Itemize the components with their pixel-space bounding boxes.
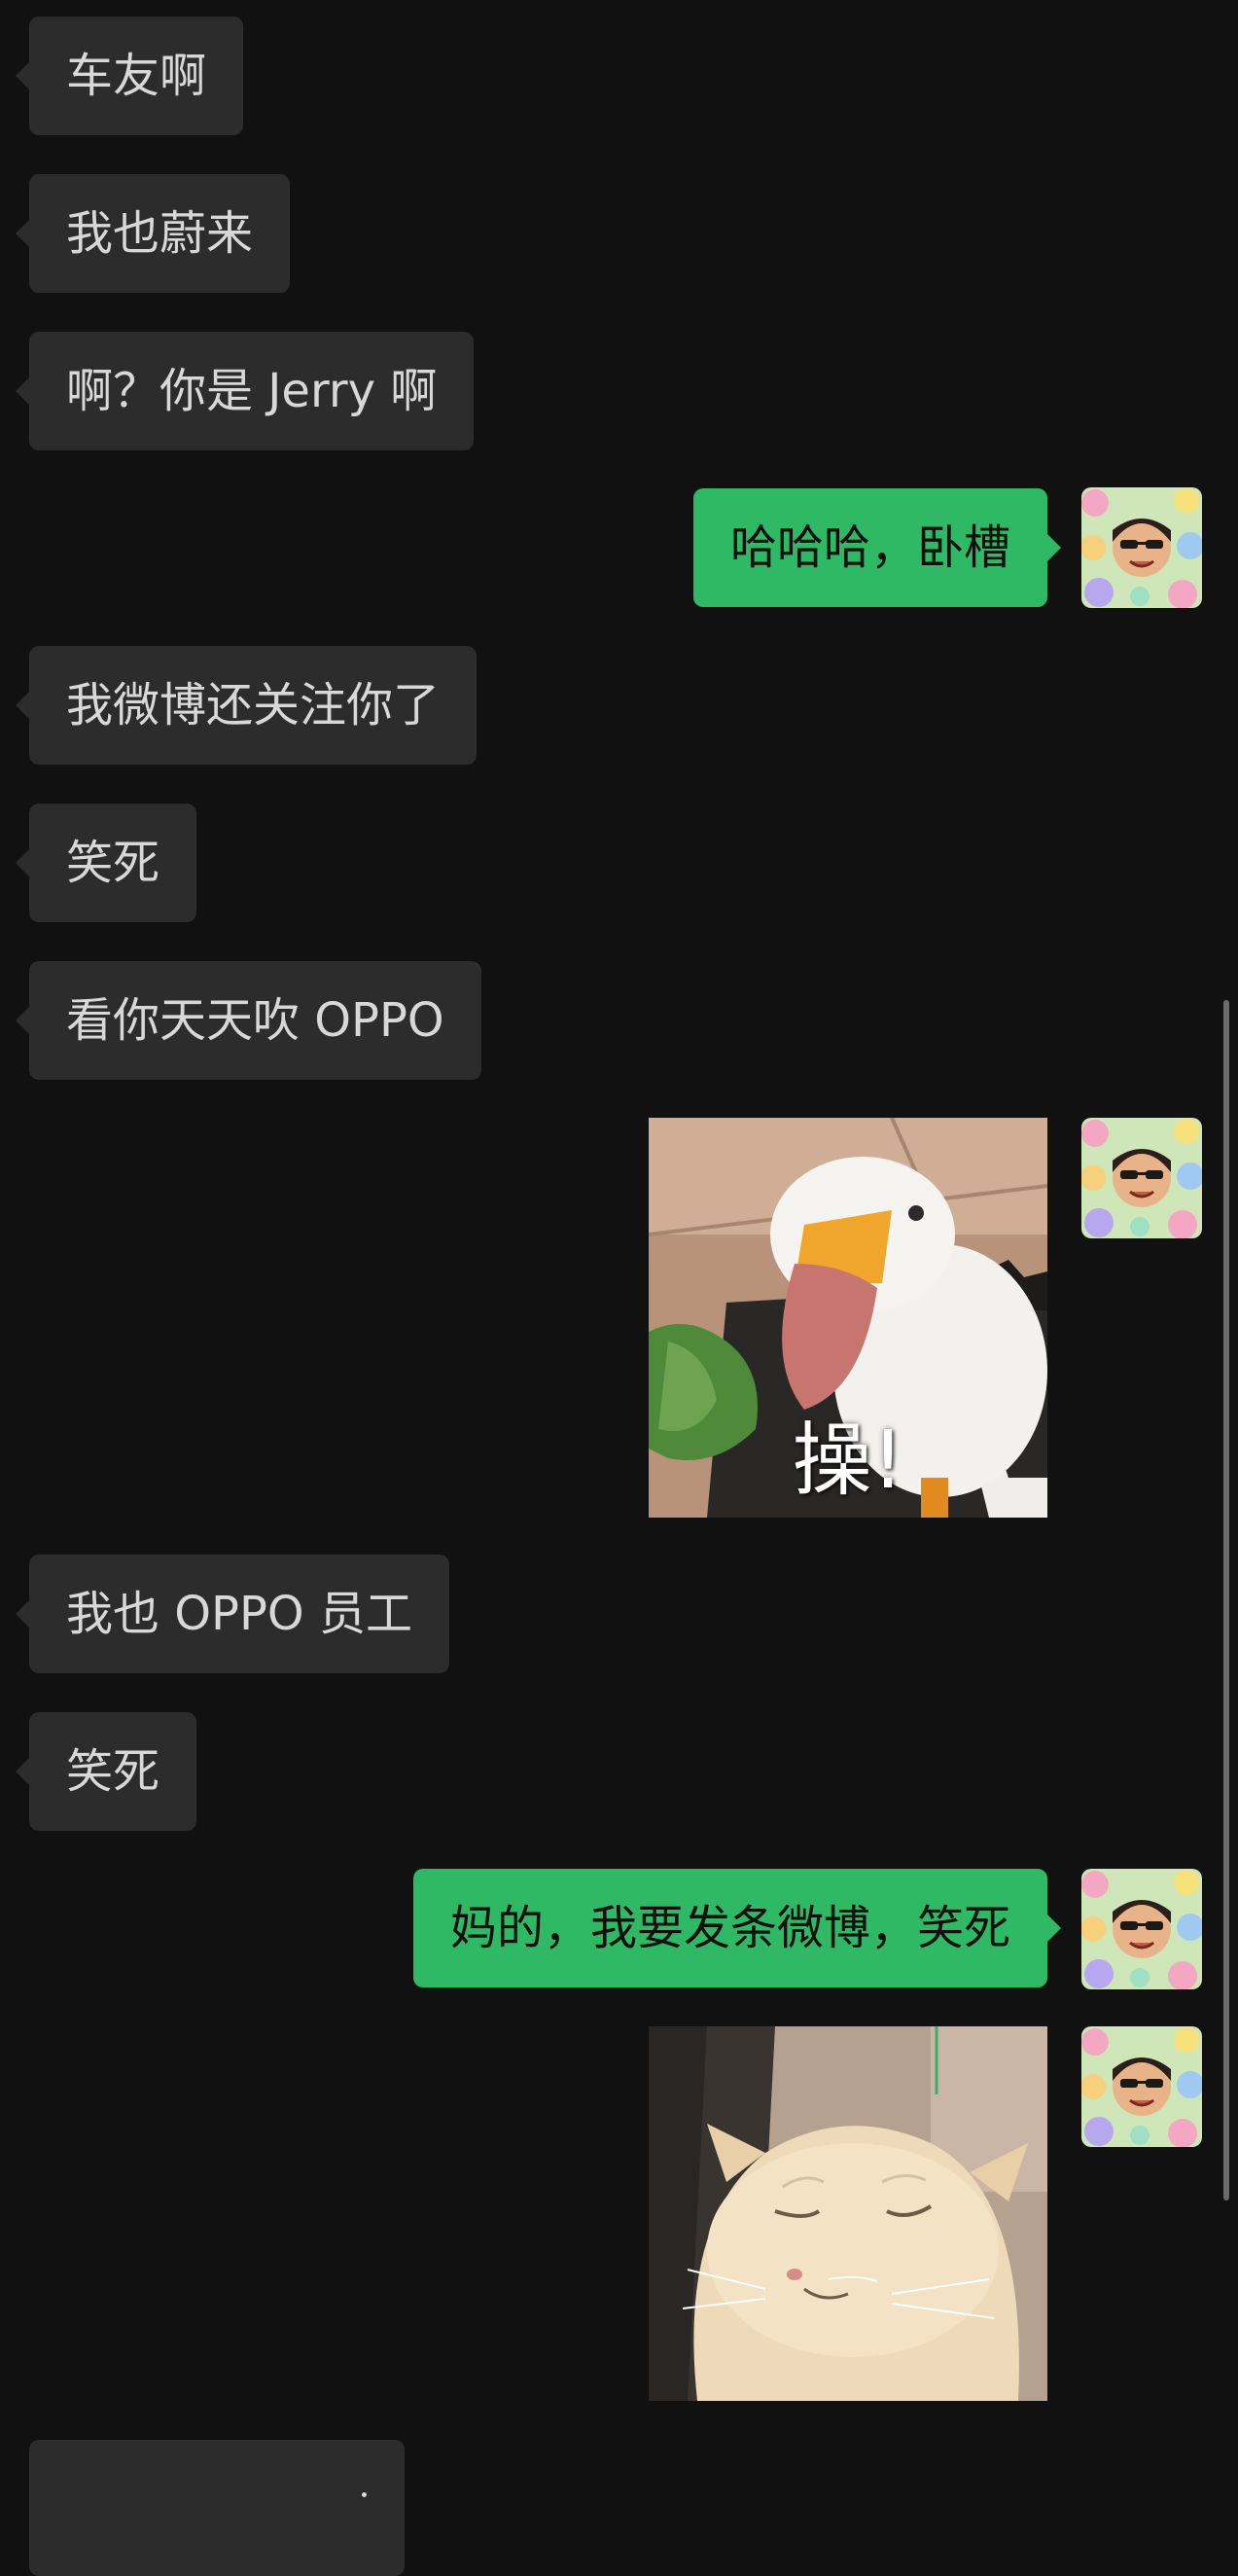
user-avatar[interactable] xyxy=(1081,487,1202,608)
incoming-message-bubble[interactable]: 我也 OPPO 员工 xyxy=(16,1555,449,1673)
user-avatar[interactable] xyxy=(1081,2026,1202,2147)
message-text: 车友啊 xyxy=(66,49,207,103)
avatar-cartoon-icon xyxy=(1081,487,1202,608)
incoming-message-bubble[interactable]: 笑死 xyxy=(15,804,197,922)
outgoing-message-bubble[interactable]: 哈哈哈，卧槽 xyxy=(692,488,1062,607)
chat-message-list[interactable]: 车友啊 我也蔚来 啊？你是 Jerry 啊 哈哈哈，卧槽 我微博还关注你了 笑死… xyxy=(0,0,1238,2576)
message-text: 妈的，我要发条微博，笑死 xyxy=(449,1901,1010,1955)
avatar-cartoon-icon xyxy=(1081,1118,1202,1238)
sticker-caption: 操! xyxy=(792,1414,904,1507)
duck-sticker-message[interactable]: 操! xyxy=(649,1118,1047,1518)
typing-dot xyxy=(362,2492,367,2497)
avatar-cartoon-icon xyxy=(1081,1869,1202,1989)
message-text: 笑死 xyxy=(66,1744,160,1799)
message-text: 哈哈哈，卧槽 xyxy=(729,520,1010,575)
user-avatar[interactable] xyxy=(1081,1869,1202,1989)
avatar-cartoon-icon xyxy=(1081,2026,1202,2147)
incoming-message-bubble-partial[interactable] xyxy=(29,2440,405,2576)
user-avatar[interactable] xyxy=(1081,1118,1202,1238)
message-text: 我也蔚来 xyxy=(66,206,254,261)
message-text: 看你天天吹 OPPO xyxy=(66,993,444,1048)
incoming-message-bubble[interactable]: 笑死 xyxy=(15,1712,197,1831)
squinting-cat-sticker-icon xyxy=(649,2026,1047,2401)
incoming-message-bubble[interactable]: 我微博还关注你了 xyxy=(15,646,478,765)
incoming-message-bubble[interactable]: 啊？你是 Jerry 啊 xyxy=(15,332,475,450)
cat-sticker-message[interactable] xyxy=(649,2026,1047,2401)
message-text: 啊？你是 Jerry 啊 xyxy=(66,364,438,418)
incoming-message-bubble[interactable]: 看你天天吹 OPPO xyxy=(16,961,481,1080)
message-text: 笑死 xyxy=(66,836,160,890)
incoming-message-bubble[interactable]: 车友啊 xyxy=(15,17,244,135)
outgoing-message-bubble[interactable]: 妈的，我要发条微博，笑死 xyxy=(412,1869,1062,1987)
scrollbar[interactable] xyxy=(1223,1000,1229,2200)
incoming-message-bubble[interactable]: 我也蔚来 xyxy=(15,174,291,293)
message-text: 我微博还关注你了 xyxy=(66,678,441,733)
message-text: 我也 OPPO 员工 xyxy=(66,1587,412,1641)
